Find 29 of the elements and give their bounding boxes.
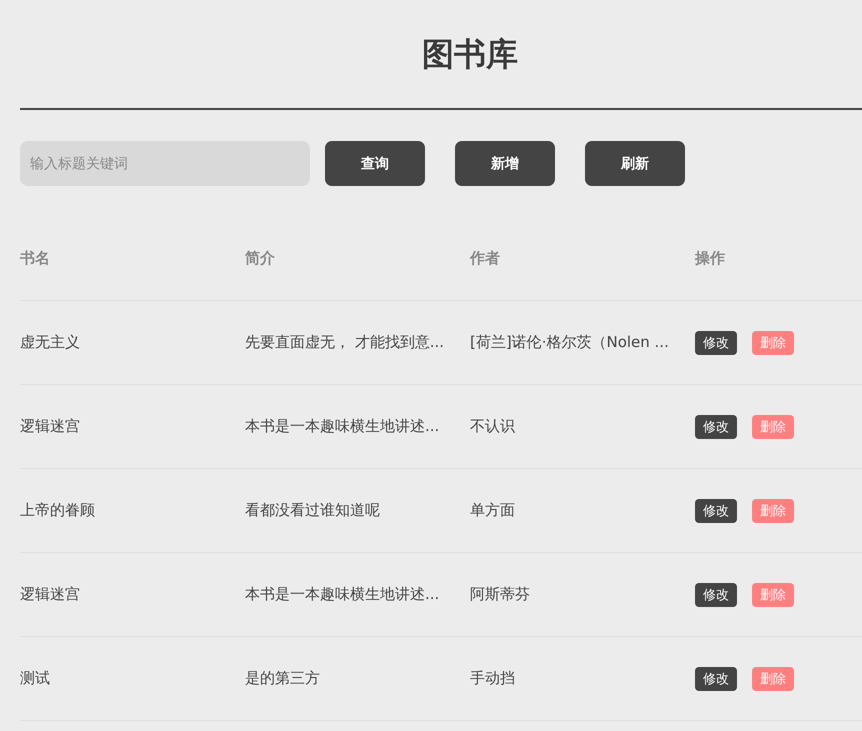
- edit-button[interactable]: 修改: [695, 582, 737, 606]
- table-cell-text: 本书是一本趣味横生地讲述...: [245, 417, 440, 436]
- table-cell-text: [荷兰]诺伦·格尔茨（Nolen ...: [470, 333, 670, 352]
- column-header: 作者: [470, 248, 501, 268]
- table-cell-text: 单方面: [470, 501, 516, 520]
- toolbar-button[interactable]: 新增: [455, 141, 555, 186]
- search-field[interactable]: 输入标题关键词: [20, 141, 310, 186]
- column-header: 简介: [245, 248, 276, 268]
- edit-button[interactable]: 修改: [695, 666, 737, 690]
- toolbar-button[interactable]: 查询: [325, 141, 425, 186]
- page-title: 图书库: [422, 34, 518, 75]
- table-cell-text: 上帝的眷顾: [20, 501, 96, 520]
- table-cell-text: 逻辑迷宫: [20, 417, 81, 436]
- table-cell-text: 本书是一本趣味横生地讲述...: [245, 585, 440, 604]
- edit-button[interactable]: 修改: [695, 414, 737, 438]
- table-cell-text: 是的第三方: [245, 669, 321, 688]
- table-cell-text: 看都没看过谁知道呢: [245, 501, 381, 520]
- table-cell-text: 不认识: [470, 417, 516, 436]
- table-cell-text: 虚无主义: [20, 333, 81, 352]
- table-cell-text: 逻辑迷宫: [20, 585, 81, 604]
- table-cell-text: 先要直面虚无， 才能找到意...: [245, 333, 446, 352]
- column-header: 操作: [695, 248, 726, 268]
- edit-button[interactable]: 修改: [695, 330, 737, 354]
- column-header: 书名: [20, 248, 51, 268]
- edit-button[interactable]: 修改: [695, 498, 737, 522]
- table-cell-text: 手动挡: [470, 669, 516, 688]
- table-cell-text: 测试: [20, 669, 51, 688]
- toolbar-button[interactable]: 刷新: [585, 141, 685, 186]
- table-cell-text: 阿斯蒂芬: [470, 585, 531, 604]
